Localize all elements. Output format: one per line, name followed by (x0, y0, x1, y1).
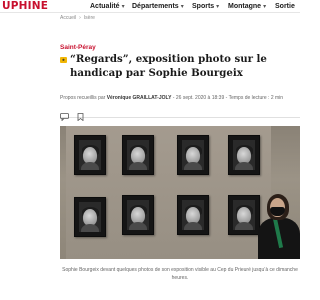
article-title: “Regards”, exposition photo sur le handi… (70, 53, 267, 79)
chevron-down-icon: ▾ (121, 3, 125, 10)
chevron-down-icon: ▾ (216, 3, 220, 10)
nav-item-label: Sortie (275, 2, 295, 10)
chevron-down-icon: ▾ (180, 3, 184, 10)
bookmark-icon[interactable] (77, 108, 86, 122)
nav-item-departements[interactable]: Départements ▾ (132, 1, 184, 11)
byline-prefix: Propos recueillis par (60, 95, 107, 101)
exhibition-portrait (74, 135, 106, 175)
share-row (60, 108, 300, 122)
exhibition-portrait (74, 197, 106, 237)
breadcrumb-item-home[interactable]: Accueil (60, 15, 76, 21)
exhibition-portrait (122, 195, 154, 235)
top-navigation-bar: UPHINE Actualité ▾ Départements ▾ Sports… (0, 0, 300, 13)
nav-item-montagne[interactable]: Montagne ▾ (228, 1, 266, 11)
breadcrumb-separator: › (79, 15, 81, 21)
exhibition-portrait (177, 195, 209, 235)
article-category[interactable]: Saint-Péray (60, 44, 96, 51)
exhibition-portrait (177, 135, 209, 175)
nav-item-actualite[interactable]: Actualité ▾ (90, 1, 125, 11)
nav-item-sortie[interactable]: Sortie (275, 1, 295, 11)
nav-item-label: Départements (132, 2, 179, 10)
article-photo[interactable] (60, 126, 300, 259)
article-byline: Propos recueillis par Véronique GRAILLAT… (60, 95, 283, 101)
nav-item-sports[interactable]: Sports ▾ (192, 1, 219, 11)
comment-icon[interactable] (60, 108, 69, 122)
photographer-figure (258, 188, 300, 259)
breadcrumb: Accueil › Isère (60, 15, 95, 21)
exhibition-portrait (122, 135, 154, 175)
site-logo[interactable]: UPHINE (2, 0, 48, 12)
nav-item-label: Actualité (90, 2, 120, 10)
byline-date: - 26 sept. 2020 à 18:39 - Temps de lectu… (171, 95, 284, 101)
breadcrumb-item-isere[interactable]: Isère (84, 15, 95, 21)
photo-caption: Sophie Bourgeix devant quelques photos d… (62, 267, 298, 281)
article-title-block: ★ “Regards”, exposition photo sur le han… (60, 53, 292, 80)
byline-author[interactable]: Véronique GRAILLAT-JOLY (107, 95, 172, 101)
nav-item-label: Sports (192, 2, 215, 10)
exhibition-portrait (228, 195, 260, 235)
chevron-down-icon: ▾ (263, 3, 267, 10)
nav-item-label: Montagne (228, 2, 262, 10)
premium-badge-icon: ★ (60, 57, 67, 63)
exhibition-portrait (228, 135, 260, 175)
